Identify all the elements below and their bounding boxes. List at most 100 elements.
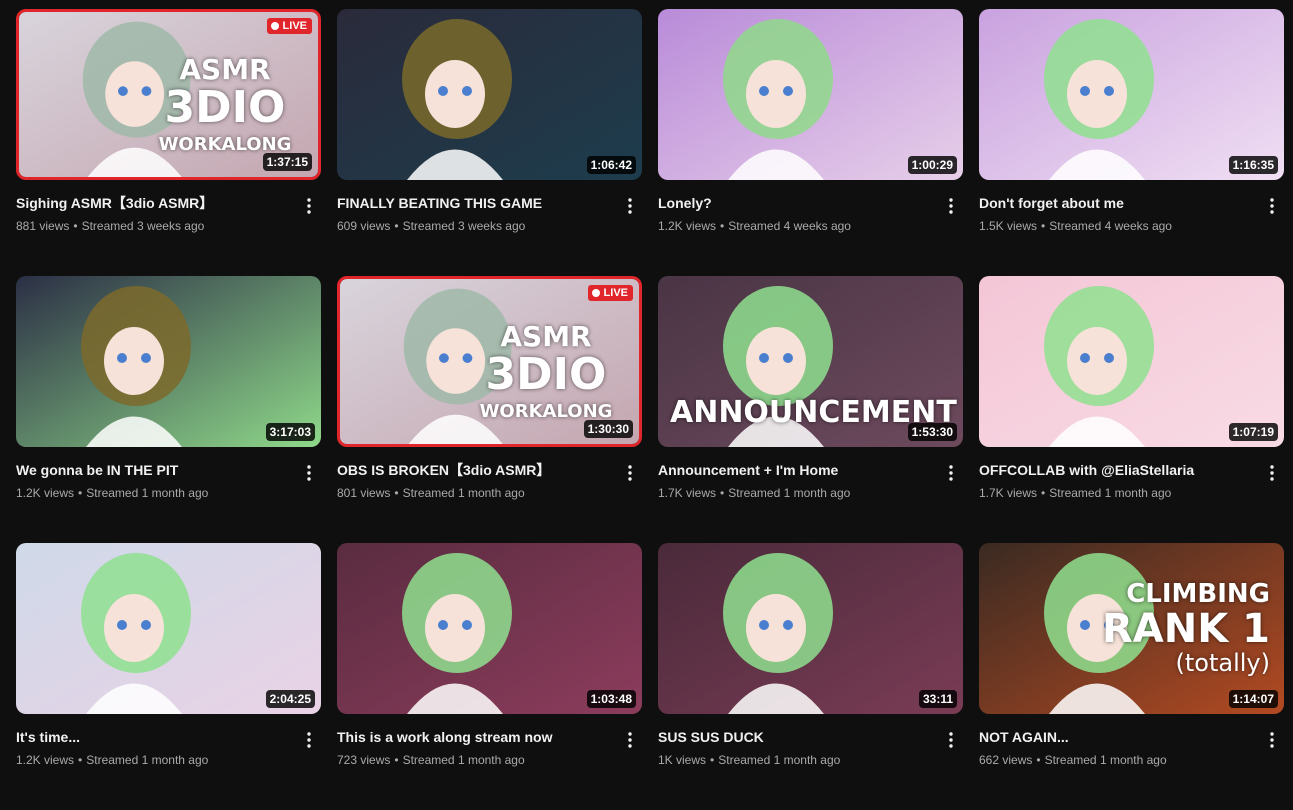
video-card[interactable]: 1:16:35 Don't forget about me 1.5K views • S… (979, 9, 1284, 276)
streamed-date: Streamed 1 month ago (1049, 486, 1172, 500)
live-badge: LIVE (587, 285, 633, 301)
live-label: LIVE (603, 287, 628, 299)
streamed-date: Streamed 1 month ago (86, 486, 209, 500)
view-count: 1.2K views (16, 753, 75, 767)
view-count: 1.5K views (979, 219, 1038, 233)
thumbnail-art (337, 543, 642, 714)
live-dot-icon (270, 22, 279, 30)
thumbnail-art (979, 276, 1284, 447)
streamed-date: Streamed 4 weeks ago (728, 219, 851, 233)
video-card[interactable]: 1:00:29 Lonely? 1.2K views • Streamed 4 week… (658, 9, 963, 276)
video-stats: 801 views • Streamed 1 month ago (337, 485, 612, 501)
streamed-date: Streamed 1 month ago (728, 486, 851, 500)
video-thumbnail[interactable]: 3:17:03 (16, 276, 321, 447)
kebab-menu-icon[interactable] (1260, 461, 1284, 485)
video-meta: FINALLY BEATING THIS GAME 609 views • Strea… (337, 194, 642, 234)
separator-dot: • (394, 219, 399, 233)
video-stats: 1.2K views • Streamed 1 month ago (16, 752, 291, 768)
kebab-menu-icon[interactable] (618, 461, 642, 485)
video-title[interactable]: Announcement + I'm Home (658, 461, 933, 479)
video-stats: 881 views • Streamed 3 weeks ago (16, 218, 291, 234)
video-card[interactable]: 2:04:25 It's time... 1.2K views • Streamed 1… (16, 543, 321, 810)
view-count: 609 views (337, 219, 391, 233)
video-card[interactable]: 1:03:48 This is a work along stream now 72… (337, 543, 642, 810)
view-count: 1.7K views (658, 486, 717, 500)
video-stats: 1.7K views • Streamed 1 month ago (658, 485, 933, 501)
kebab-menu-icon[interactable] (939, 194, 963, 218)
live-dot-icon (591, 289, 600, 297)
video-card[interactable]: 3:17:03 We gonna be IN THE PIT 1.2K views •… (16, 276, 321, 543)
thumbnail-overlay-text: WORKALONG (479, 401, 613, 422)
video-title[interactable]: OFFCOLLAB with @EliaStellaria (979, 461, 1254, 479)
separator-dot: • (710, 753, 715, 767)
video-meta: NOT AGAIN... 662 views • Streamed 1 month a… (979, 728, 1284, 768)
video-thumbnail[interactable]: 1:07:19 (979, 276, 1284, 447)
video-stats: 1.2K views • Streamed 1 month ago (16, 485, 291, 501)
video-meta: OBS IS BROKEN【3dio ASMR】 801 views • Stream… (337, 461, 642, 501)
video-thumbnail[interactable]: 1:03:48 (337, 543, 642, 714)
video-stats: 1.5K views • Streamed 4 weeks ago (979, 218, 1254, 234)
video-thumbnail[interactable]: 1:00:29 (658, 9, 963, 180)
kebab-menu-icon[interactable] (618, 728, 642, 752)
video-card[interactable]: CLIMBING RANK 1 (totally) 1:14:07 NOT AGAIN.… (979, 543, 1284, 810)
duration-badge: 1:14:07 (1228, 690, 1278, 708)
video-card[interactable]: ASMR 3DIO WORKALONG LIVE 1:37:15 Sighing ASMR… (16, 9, 321, 276)
kebab-menu-icon[interactable] (618, 194, 642, 218)
duration-badge: 1:30:30 (583, 420, 633, 438)
video-stats: 1.2K views • Streamed 4 weeks ago (658, 218, 933, 234)
thumbnail-overlay-text: RANK 1 (1102, 606, 1270, 652)
video-thumbnail[interactable]: CLIMBING RANK 1 (totally) 1:14:07 (979, 543, 1284, 714)
video-title[interactable]: Don't forget about me (979, 194, 1254, 212)
video-title[interactable]: SUS SUS DUCK (658, 728, 933, 746)
video-grid: ASMR 3DIO WORKALONG LIVE 1:37:15 Sighing ASMR… (16, 9, 1284, 810)
video-card[interactable]: 1:06:42 FINALLY BEATING THIS GAME 609 view… (337, 9, 642, 276)
video-meta: It's time... 1.2K views • Streamed 1 month … (16, 728, 321, 768)
duration-badge: 1:53:30 (907, 423, 957, 441)
video-title[interactable]: This is a work along stream now (337, 728, 612, 746)
kebab-menu-icon[interactable] (939, 461, 963, 485)
video-title[interactable]: OBS IS BROKEN【3dio ASMR】 (337, 461, 612, 479)
streamed-date: Streamed 1 month ago (402, 486, 525, 500)
kebab-menu-icon[interactable] (297, 461, 321, 485)
video-thumbnail[interactable]: 2:04:25 (16, 543, 321, 714)
video-card[interactable]: 1:07:19 OFFCOLLAB with @EliaStellaria 1.7K… (979, 276, 1284, 543)
kebab-menu-icon[interactable] (1260, 194, 1284, 218)
kebab-menu-icon[interactable] (1260, 728, 1284, 752)
video-card[interactable]: 33:11 SUS SUS DUCK 1K views • Streamed 1 mon… (658, 543, 963, 810)
streamed-date: Streamed 1 month ago (1044, 753, 1167, 767)
streamed-date: Streamed 4 weeks ago (1049, 219, 1172, 233)
video-title[interactable]: Lonely? (658, 194, 933, 212)
video-meta: We gonna be IN THE PIT 1.2K views • Streame… (16, 461, 321, 501)
video-thumbnail[interactable]: 1:06:42 (337, 9, 642, 180)
video-title[interactable]: Sighing ASMR【3dio ASMR】 (16, 194, 291, 212)
kebab-menu-icon[interactable] (939, 728, 963, 752)
video-thumbnail[interactable]: ANNOUNCEMENT 1:53:30 (658, 276, 963, 447)
view-count: 801 views (337, 486, 391, 500)
video-card[interactable]: ASMR 3DIO WORKALONG LIVE 1:30:30 OBS IS BROKE… (337, 276, 642, 543)
video-title[interactable]: NOT AGAIN... (979, 728, 1254, 746)
video-stats: 1.7K views • Streamed 1 month ago (979, 485, 1254, 501)
duration-badge: 1:37:15 (262, 153, 312, 171)
video-stats: 662 views • Streamed 1 month ago (979, 752, 1254, 768)
video-card[interactable]: ANNOUNCEMENT 1:53:30 Announcement + I'm Ho… (658, 276, 963, 543)
video-meta: Sighing ASMR【3dio ASMR】 881 views • Streame… (16, 194, 321, 234)
video-title[interactable]: We gonna be IN THE PIT (16, 461, 291, 479)
kebab-menu-icon[interactable] (297, 194, 321, 218)
view-count: 881 views (16, 219, 70, 233)
video-stats: 723 views • Streamed 1 month ago (337, 752, 612, 768)
view-count: 723 views (337, 753, 391, 767)
video-thumbnail[interactable]: ASMR 3DIO WORKALONG LIVE 1:30:30 (337, 276, 642, 447)
video-meta: Announcement + I'm Home 1.7K views • Stream… (658, 461, 963, 501)
view-count: 1.7K views (979, 486, 1038, 500)
video-title[interactable]: FINALLY BEATING THIS GAME (337, 194, 612, 212)
duration-badge: 1:03:48 (586, 690, 636, 708)
kebab-menu-icon[interactable] (297, 728, 321, 752)
video-title[interactable]: It's time... (16, 728, 291, 746)
separator-dot: • (720, 486, 725, 500)
video-meta: This is a work along stream now 723 views… (337, 728, 642, 768)
video-thumbnail[interactable]: 1:16:35 (979, 9, 1284, 180)
video-thumbnail[interactable]: 33:11 (658, 543, 963, 714)
video-thumbnail[interactable]: ASMR 3DIO WORKALONG LIVE 1:37:15 (16, 9, 321, 180)
thumbnail-overlay-text: ASMR (500, 320, 592, 353)
separator-dot: • (73, 219, 78, 233)
